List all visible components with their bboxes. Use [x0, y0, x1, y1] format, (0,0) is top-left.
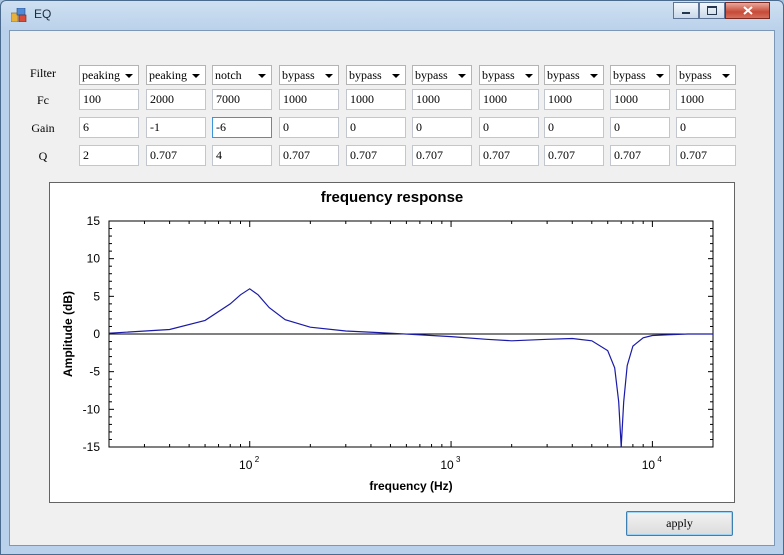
- response-plot: 151050-5-10-1510 2 10 3 10 4frequency (Hz)Amp…: [61, 214, 714, 493]
- y-tick-label: 10: [87, 252, 101, 266]
- dropdown-arrow-icon: [258, 74, 266, 78]
- app-icon: [11, 8, 27, 22]
- x-tick-label: 10: [642, 458, 656, 472]
- gain-field-6[interactable]: [412, 117, 472, 138]
- filter-type-select-4[interactable]: bypass: [279, 65, 339, 85]
- filter-row-label: Filter: [30, 66, 56, 80]
- gain-field-3[interactable]: [212, 117, 272, 138]
- filter-type-select-10[interactable]: bypass: [676, 65, 736, 85]
- fc-field-8[interactable]: [544, 89, 604, 110]
- x-tick-label: 10: [239, 458, 253, 472]
- y-tick-label: 0: [93, 327, 100, 341]
- filter-type-select-6[interactable]: bypass: [412, 65, 472, 85]
- dropdown-arrow-icon: [325, 74, 333, 78]
- dropdown-arrow-icon: [458, 74, 466, 78]
- q-row-label: Q: [38, 149, 48, 163]
- filter-type-value: bypass: [349, 67, 382, 82]
- x-tick-label: 10: [440, 458, 454, 472]
- dropdown-arrow-icon: [392, 74, 400, 78]
- x-axis-label: frequency (Hz): [369, 479, 452, 493]
- maximize-button[interactable]: [699, 2, 725, 19]
- dropdown-arrow-icon: [525, 74, 533, 78]
- y-tick-label: -10: [83, 402, 101, 416]
- filter-type-value: bypass: [679, 67, 712, 82]
- y-tick-label: -5: [89, 365, 100, 379]
- minimize-button[interactable]: [673, 2, 699, 19]
- fc-field-5[interactable]: [346, 89, 406, 110]
- q-field-2[interactable]: [146, 145, 206, 166]
- window-title: EQ: [34, 7, 52, 21]
- y-tick-label: 15: [87, 214, 101, 228]
- fc-field-6[interactable]: [412, 89, 472, 110]
- filter-type-value: bypass: [547, 67, 580, 82]
- maximize-icon: [707, 6, 717, 15]
- filter-type-select-7[interactable]: bypass: [479, 65, 539, 85]
- filter-type-select-2[interactable]: peaking: [146, 65, 206, 85]
- fc-field-10[interactable]: [676, 89, 736, 110]
- eq-window: EQ Filter Fc Gain Q peaking peaking notch b…: [0, 0, 784, 555]
- filter-type-value: bypass: [282, 67, 315, 82]
- filter-type-select-1[interactable]: peaking: [79, 65, 139, 85]
- x-tick-exponent: 2: [255, 455, 260, 464]
- response-curve-1: [108, 288, 713, 448]
- fc-row-label: Fc: [37, 93, 49, 107]
- eq-panel: Filter Fc Gain Q peaking peaking notch bypa…: [9, 30, 775, 546]
- gain-field-1[interactable]: [79, 117, 139, 138]
- gain-field-8[interactable]: [544, 117, 604, 138]
- q-field-9[interactable]: [610, 145, 670, 166]
- q-field-7[interactable]: [479, 145, 539, 166]
- gain-field-9[interactable]: [610, 117, 670, 138]
- y-axis-label: Amplitude (dB): [61, 291, 75, 377]
- apply-button[interactable]: apply: [626, 511, 733, 536]
- fc-field-7[interactable]: [479, 89, 539, 110]
- gain-row-label: Gain: [31, 121, 55, 135]
- q-field-5[interactable]: [346, 145, 406, 166]
- filter-type-value: peaking: [149, 67, 187, 82]
- x-tick-exponent: 3: [456, 455, 461, 464]
- gain-field-10[interactable]: [676, 117, 736, 138]
- close-button[interactable]: [725, 2, 770, 19]
- dropdown-arrow-icon: [656, 74, 664, 78]
- fc-field-1[interactable]: [79, 89, 139, 110]
- fc-field-2[interactable]: [146, 89, 206, 110]
- y-tick-label: 5: [93, 289, 100, 303]
- q-field-6[interactable]: [412, 145, 472, 166]
- close-icon: [742, 6, 753, 15]
- filter-type-select-8[interactable]: bypass: [544, 65, 604, 85]
- title-bar[interactable]: EQ: [1, 1, 783, 29]
- fc-field-9[interactable]: [610, 89, 670, 110]
- q-field-3[interactable]: [212, 145, 272, 166]
- dropdown-arrow-icon: [125, 74, 133, 78]
- filter-type-select-3[interactable]: notch: [212, 65, 272, 85]
- q-field-10[interactable]: [676, 145, 736, 166]
- filter-type-value: bypass: [415, 67, 448, 82]
- filter-type-value: bypass: [482, 67, 515, 82]
- x-tick-exponent: 4: [657, 455, 662, 464]
- gain-field-4[interactable]: [279, 117, 339, 138]
- q-field-1[interactable]: [79, 145, 139, 166]
- gain-field-2[interactable]: [146, 117, 206, 138]
- filter-type-value: notch: [215, 67, 242, 82]
- gain-field-5[interactable]: [346, 117, 406, 138]
- dropdown-arrow-icon: [590, 74, 598, 78]
- gain-field-7[interactable]: [479, 117, 539, 138]
- frequency-response-chart: frequency response 15 10 5 0 -5 -10 -15 10 2 10 3 1…: [49, 182, 735, 503]
- filter-type-select-9[interactable]: bypass: [610, 65, 670, 85]
- filter-type-value: bypass: [613, 67, 646, 82]
- fc-field-3[interactable]: [212, 89, 272, 110]
- filter-type-select-5[interactable]: bypass: [346, 65, 406, 85]
- filter-type-value: peaking: [82, 67, 120, 82]
- q-field-4[interactable]: [279, 145, 339, 166]
- fc-field-4[interactable]: [279, 89, 339, 110]
- q-field-8[interactable]: [544, 145, 604, 166]
- dropdown-arrow-icon: [192, 74, 200, 78]
- y-tick-label: -15: [83, 440, 101, 454]
- dropdown-arrow-icon: [722, 74, 730, 78]
- minimize-icon: [682, 12, 690, 14]
